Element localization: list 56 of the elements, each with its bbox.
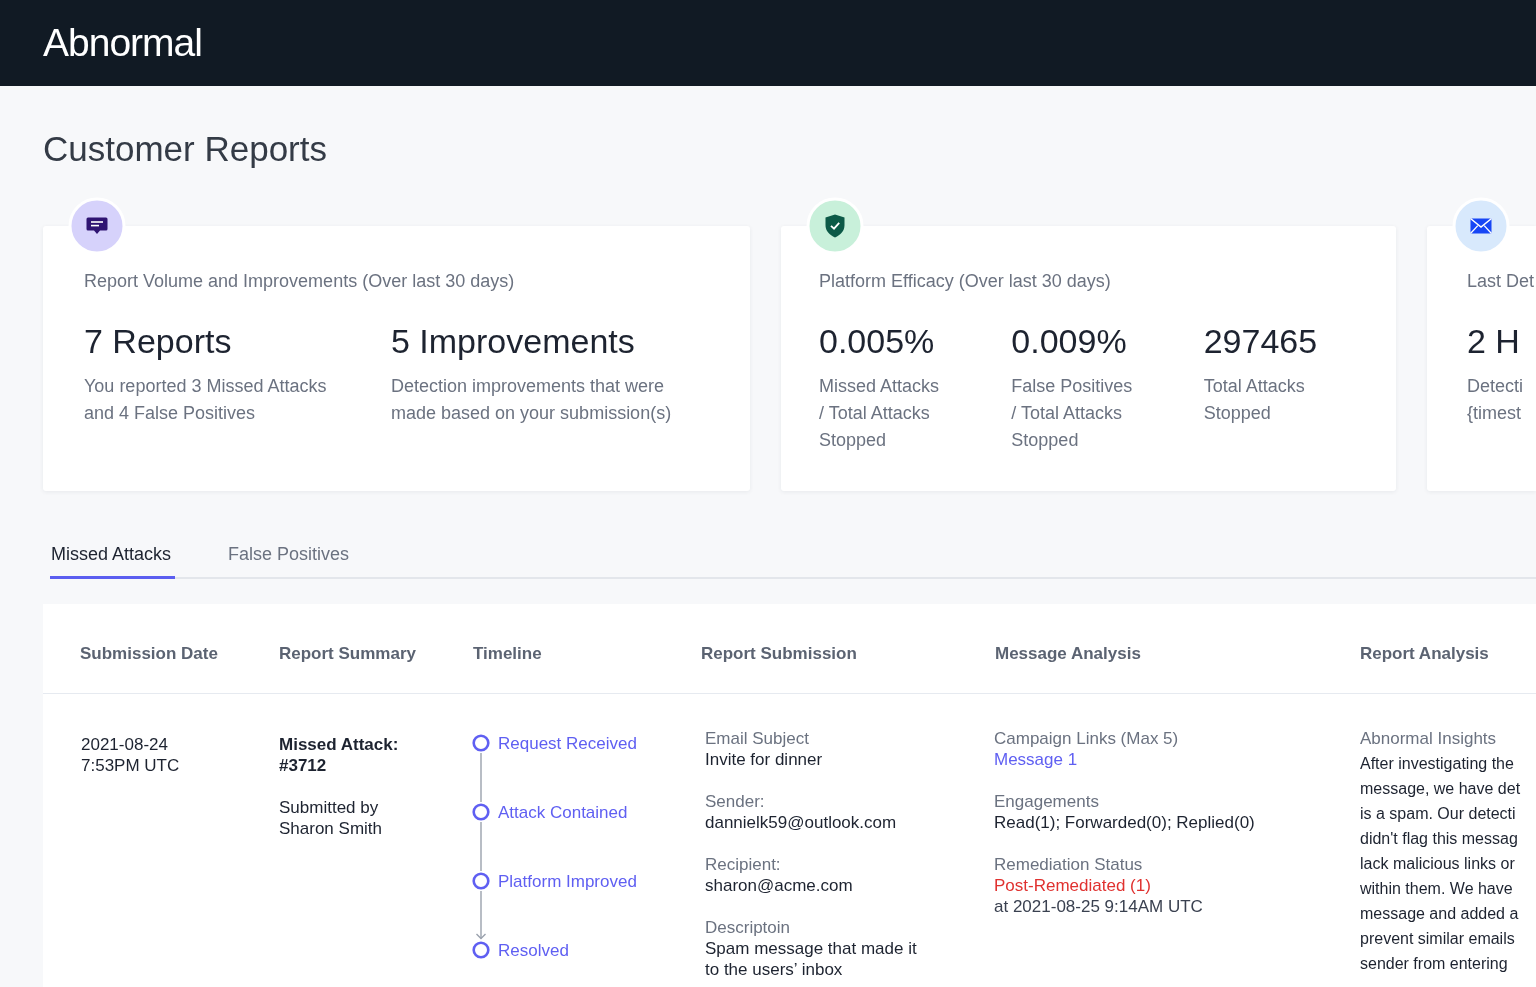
stat-value: 0.009% [1011,321,1127,361]
column-header: Report Summary [279,644,416,664]
stat-description: Total Attacks Stopped [1203,375,1306,425]
field-label: Descriptoin [705,917,791,938]
stat-description: Detection improvements that were made based on your submission(s) [391,375,673,425]
timeline-step: Attack Contained [498,801,628,823]
field-label: Email Subject [705,728,809,749]
ring-icon [472,872,490,890]
stat-description: Missed Attacks / Total Attacks Stopped [819,375,941,452]
field-value: Invite for dinner [705,749,823,770]
timeline-step: Resolved [498,939,569,961]
ring-icon [472,941,490,959]
field-label: Sender: [705,791,765,812]
stat-description: False Positives / Total Attacks Stopped [1011,375,1134,452]
column-header: Report Submission [701,644,857,664]
field-label: Remediation Status [994,854,1143,875]
arrow-connector [475,891,487,940]
field-value: Read(1); Forwarded(0); Replied(0) [994,813,1255,832]
logo[interactable]: Abnormal [43,21,202,65]
ring-icon [472,734,490,752]
stat-value: 5 Improvements [391,321,635,361]
page-title: Customer Reports [43,130,327,168]
field-value: dannielk59@outlook.com [705,812,897,833]
card-title: Platform Efficacy (Over last 30 days) [819,270,1111,292]
column-header: Report Analysis [1360,644,1489,664]
report-title: Missed Attack: #3712 [279,734,400,776]
column-header: Message Analysis [995,644,1141,664]
status-time: at 2021-08-25 9:14AM UTC [994,897,1203,916]
status-text: Post-Remediated (1) [994,876,1151,895]
stat-value: 297465 [1203,321,1318,361]
date-cell-text: 2021-08-24 7:53PM UTC [81,734,181,776]
stat-value: 2 H [1467,321,1520,361]
card-title: Last Det [1467,270,1535,292]
field-label: Abnormal Insights [1360,729,1497,748]
message-link[interactable]: Message 1 [994,750,1078,769]
stat-description: Detecti {timest [1467,375,1525,425]
stat-value: 7 Reports [84,321,232,361]
field-label: Recipient: [705,854,781,875]
field-value: Spam message that made it to the users’ inbox [705,938,918,980]
stat-description: You reported 3 Missed Attacks and 4 False Positives [84,375,328,425]
stat-value: 0.005% [819,321,935,361]
submitter-text: Submitted by Sharon Smith [279,797,383,839]
connector-line [480,822,482,871]
insight-paragraph: After investigating the message, we have det is a spam. Our detecti didn't flag this messag lack malicious links or within them. We have message and added a prevent similar emails sender from entering [1360,754,1521,974]
field-value: sharon@acme.com [705,875,853,896]
tab[interactable]: Missed Attacks [50,543,176,579]
column-header: Submission Date [80,644,218,664]
timeline-step: Request Received [498,732,637,754]
timeline-step: Platform Improved [498,870,637,892]
column-header: Timeline [473,644,542,664]
card-title: Report Volume and Improvements (Over last 30 days) [84,270,515,292]
connector-line [480,753,482,802]
field-label: Campaign Links (Max 5) [994,728,1179,749]
field-label: Engagements [994,791,1099,812]
ring-icon [472,803,490,821]
tab[interactable]: False Positives [227,543,354,579]
